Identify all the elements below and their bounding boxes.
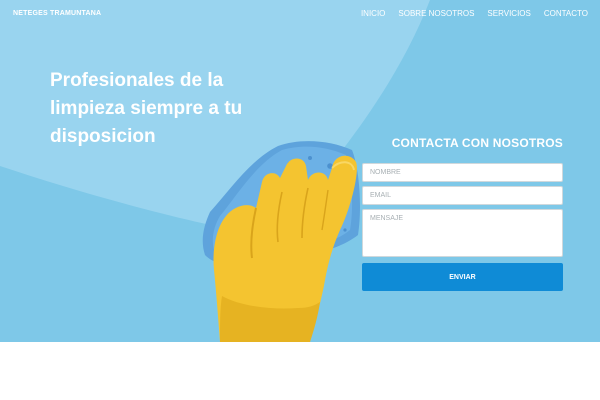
hero-section: NETEGES TRAMUNTANA INICIO SOBRE NOSOTROS…	[0, 0, 600, 342]
name-input[interactable]	[362, 163, 563, 182]
email-input[interactable]	[362, 186, 563, 205]
nav-link-sobre-nosotros[interactable]: SOBRE NOSOTROS	[398, 9, 474, 18]
navbar: NETEGES TRAMUNTANA INICIO SOBRE NOSOTROS…	[0, 0, 600, 30]
brand-logo[interactable]: NETEGES TRAMUNTANA	[13, 10, 101, 17]
contact-title: CONTACTA CON NOSOTROS	[391, 136, 563, 150]
send-button[interactable]: ENVIAR	[362, 263, 563, 291]
nav-link-inicio[interactable]: INICIO	[361, 9, 385, 18]
message-textarea[interactable]	[362, 209, 563, 257]
nav-links: INICIO SOBRE NOSOTROS SERVICIOS CONTACTO	[361, 9, 588, 18]
contact-form: CONTACTA CON NOSOTROS ENVIAR	[362, 136, 563, 291]
nav-link-servicios[interactable]: SERVICIOS	[487, 9, 530, 18]
page-blank-area	[0, 342, 600, 400]
nav-link-contacto[interactable]: CONTACTO	[544, 9, 588, 18]
glove-sponge-illustration	[202, 141, 360, 342]
